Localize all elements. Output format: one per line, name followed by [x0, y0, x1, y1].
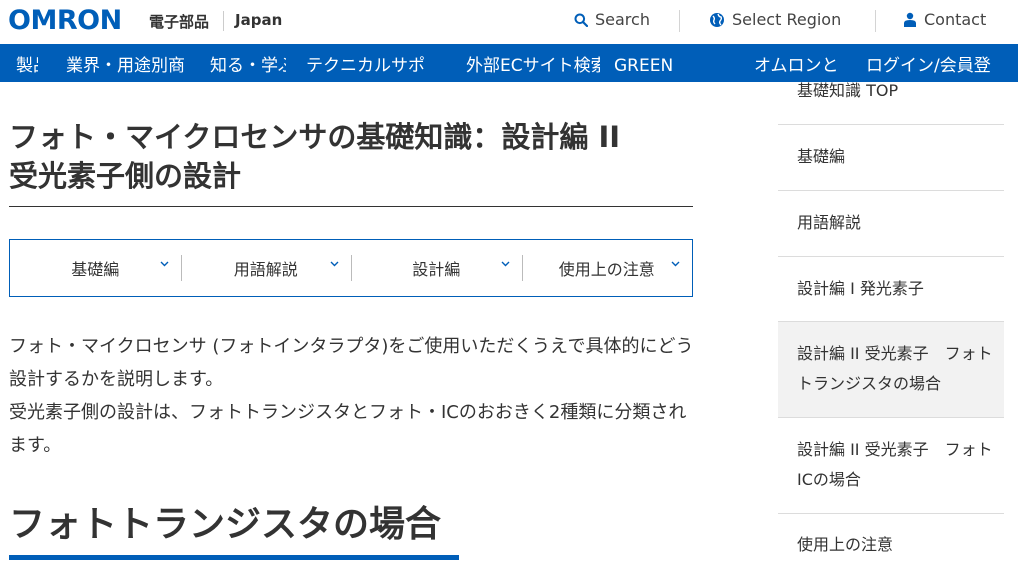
globe-icon	[710, 12, 724, 27]
intro-text: フォト・マイクロセンサ (フォトインタラプタ)をご使用いただくうえで具体的にどう…	[9, 330, 699, 462]
side-item-basics[interactable]: 基礎編	[778, 125, 1004, 191]
region-label: Japan	[235, 11, 283, 29]
person-icon	[904, 12, 916, 27]
select-region-button[interactable]: Select Region	[709, 10, 841, 29]
nav-item-tech-support[interactable]: テクニカルサポ	[306, 55, 436, 77]
side-item-label: 用語解説	[797, 213, 862, 232]
tab-basics[interactable]: 基礎編	[10, 240, 181, 296]
nav-item-industries[interactable]: 業界・用途別商	[66, 55, 190, 77]
contact-label: Contact	[924, 10, 987, 29]
tab-label: 基礎編	[71, 260, 120, 279]
side-item-design-1[interactable]: 設計編 I 発光素子	[778, 257, 1004, 322]
tab-label: 使用上の注意	[558, 260, 655, 279]
nav-item-green[interactable]: GREEN	[614, 55, 692, 77]
search-button[interactable]: Search	[574, 10, 650, 29]
search-label: Search	[595, 10, 650, 29]
side-item-label: 設計編 II 受光素子 フォトトランジスタの場合	[797, 344, 993, 393]
tab-design[interactable]: 設計編	[351, 240, 522, 296]
side-item-design-2-photoic[interactable]: 設計編 II 受光素子 フォトICの場合	[778, 418, 1004, 514]
omron-logo[interactable]: OMRON	[8, 6, 122, 36]
intro-paragraph: フォト・マイクロセンサ (フォトインタラプタ)をご使用いただくうえで具体的にどう…	[9, 336, 694, 390]
nav-item-learn[interactable]: 知る・学ぶ	[210, 55, 286, 77]
header-divider	[223, 11, 224, 31]
page-title-line1: フォト・マイクロセンサの基礎知識：設計編 II	[9, 120, 621, 154]
side-item-label: 使用上の注意	[797, 535, 894, 554]
side-item-top[interactable]: 基礎知識 TOP	[778, 58, 1004, 125]
chevron-down-icon	[330, 261, 339, 267]
side-item-design-2-phototransistor[interactable]: 設計編 II 受光素子 フォトトランジスタの場合	[778, 322, 1004, 418]
tab-glossary[interactable]: 用語解説	[180, 240, 352, 296]
nav-item-products[interactable]: 製品	[16, 55, 38, 77]
division-label[interactable]: 電子部品	[149, 11, 209, 32]
chevron-down-icon	[160, 261, 168, 267]
side-item-precautions[interactable]: 使用上の注意	[778, 514, 1004, 572]
tab-label: 設計編	[412, 260, 461, 279]
tab-label: 用語解説	[233, 260, 298, 279]
nav-item-ec-search[interactable]: 外部ECサイト検索	[466, 55, 600, 77]
util-divider	[875, 10, 876, 32]
intro-paragraph: 受光素子側の設計は、フォトトランジスタとフォト・ICのおおきく2種類に分類されま…	[9, 402, 687, 456]
contact-button[interactable]: Contact	[903, 10, 986, 29]
side-item-label: 設計編 I 発光素子	[797, 279, 924, 298]
search-icon	[574, 13, 588, 27]
top-header: OMRON 電子部品 Japan Search Select Region Co…	[0, 0, 1018, 44]
page-title: フォト・マイクロセンサの基礎知識：設計編 II 受光素子側の設計	[9, 118, 699, 196]
category-tabs: 基礎編 用語解説 設計編 使用上の注意	[9, 239, 693, 297]
side-item-label: 設計編 II 受光素子 フォトICの場合	[797, 440, 993, 489]
util-divider	[679, 10, 680, 32]
side-item-glossary[interactable]: 用語解説	[778, 191, 1004, 257]
chevron-down-icon	[501, 261, 509, 267]
page-title-line2: 受光素子側の設計	[9, 159, 242, 193]
section-heading-underline	[9, 555, 459, 560]
title-divider	[9, 206, 693, 207]
side-item-label: 基礎編	[797, 147, 846, 166]
side-item-label: 基礎知識 TOP	[797, 81, 899, 100]
chevron-down-icon	[671, 261, 680, 267]
select-region-label: Select Region	[732, 10, 842, 29]
tab-precautions[interactable]: 使用上の注意	[521, 240, 693, 296]
section-heading: フォトトランジスタの場合	[9, 504, 442, 545]
